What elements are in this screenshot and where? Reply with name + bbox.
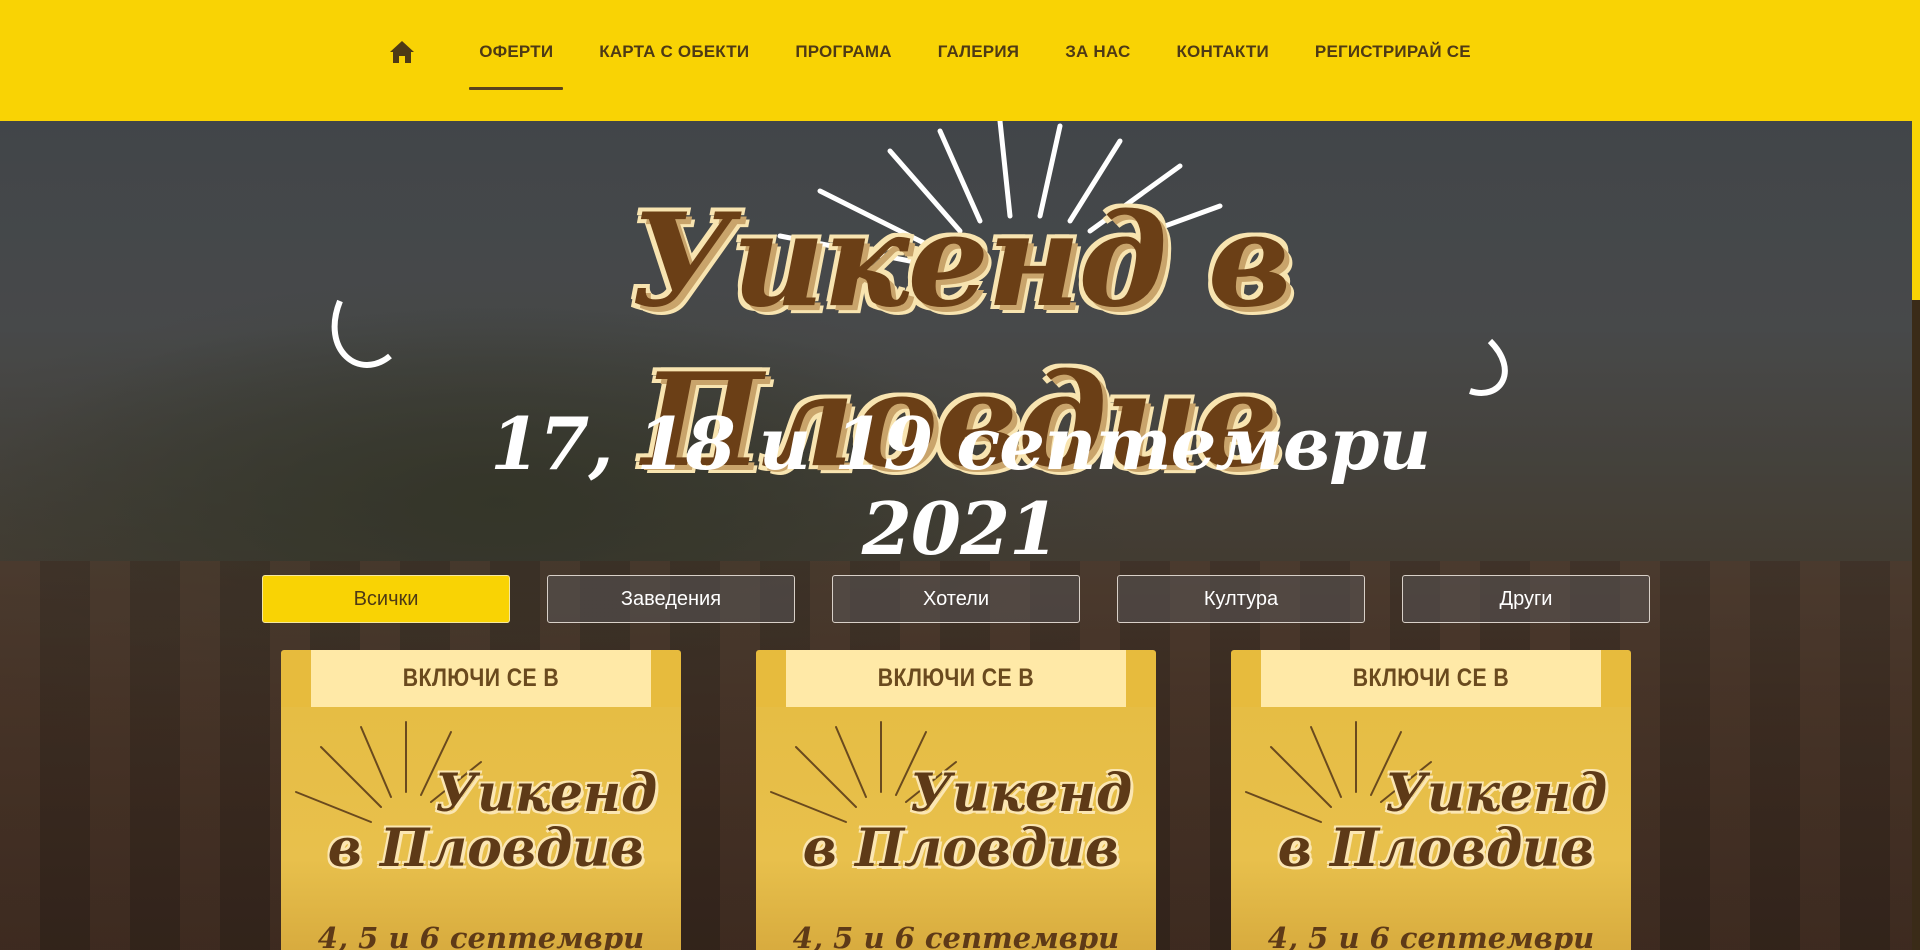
nav-item-register[interactable]: РЕГИСТРИРАЙ СЕ [1315,0,1471,103]
offer-card[interactable]: ВКЛЮЧИ СЕ В Уикенд в Пловдив 4, 5 и 6 се… [281,650,681,950]
filter-all-button[interactable]: Всички [262,575,510,623]
offer-cards: ВКЛЮЧИ СЕ В Уикенд в Пловдив 4, 5 и 6 се… [281,650,1631,950]
card-image: Уикенд в Пловдив 4, 5 и 6 септември 2021 [756,707,1156,950]
nav-item-offers[interactable]: ОФЕРТИ [469,0,564,103]
card-title-line1: Уикенд [434,763,658,824]
card-title-line1: Уикенд [1384,763,1608,824]
nav-item-about[interactable]: ЗА НАС [1065,0,1130,103]
card-title-line2: в Пловдив [1277,817,1595,879]
card-dates: 4, 5 и 6 септември 2021 [317,921,645,950]
category-filters: Всички Заведения Хотели Култура Други [262,575,1650,623]
card-title: Уикенд в Пловдив [301,763,671,879]
scrollbar-track[interactable] [1912,0,1920,950]
offer-card[interactable]: ВКЛЮЧИ СЕ В Уикенд в Пловдив 4, 5 и 6 се… [1231,650,1631,950]
card-image: Уикенд в Пловдив 4, 5 и 6 септември 2021 [1231,707,1631,950]
filter-culture-button[interactable]: Култура [1117,575,1365,623]
card-title-line1: Уикенд [909,763,1133,824]
card-title: Уикенд в Пловдив [776,763,1146,879]
filter-hotels-button[interactable]: Хотели [832,575,1080,623]
nav-item-program[interactable]: ПРОГРАМА [795,0,891,103]
card-title: Уикенд в Пловдив [1251,763,1621,879]
card-dates: 4, 5 и 6 септември 2021 [792,921,1120,950]
hero-dates: 17, 18 и 19 септември 2021 [490,401,1431,571]
nav-menu: ОФЕРТИ КАРТА С ОБЕКТИ ПРОГРАМА ГАЛЕРИЯ З… [388,0,1493,103]
nav-item-contacts[interactable]: КОНТАКТИ [1176,0,1268,103]
hero-section: Уикенд в Пловдив 17, 18 и 19 септември 2… [0,121,1912,950]
home-icon[interactable] [388,38,416,66]
offer-card[interactable]: ВКЛЮЧИ СЕ В Уикенд в Пловдив 4, 5 и 6 се… [756,650,1156,950]
nav-item-gallery[interactable]: ГАЛЕРИЯ [938,0,1020,103]
card-header: ВКЛЮЧИ СЕ В [786,650,1126,707]
card-header: ВКЛЮЧИ СЕ В [311,650,651,707]
card-image: Уикенд в Пловдив 4, 5 и 6 септември 2021 [281,707,681,950]
card-title-line2: в Пловдив [327,817,645,879]
filter-other-button[interactable]: Други [1402,575,1650,623]
card-header: ВКЛЮЧИ СЕ В [1261,650,1601,707]
card-dates: 4, 5 и 6 септември 2021 [1267,921,1595,950]
top-navigation: ОФЕРТИ КАРТА С ОБЕКТИ ПРОГРАМА ГАЛЕРИЯ З… [0,0,1912,121]
filter-venues-button[interactable]: Заведения [547,575,795,623]
scrollbar-thumb[interactable] [1912,0,1920,300]
card-title-line2: в Пловдив [802,817,1120,879]
nav-item-map[interactable]: КАРТА С ОБЕКТИ [599,0,749,103]
